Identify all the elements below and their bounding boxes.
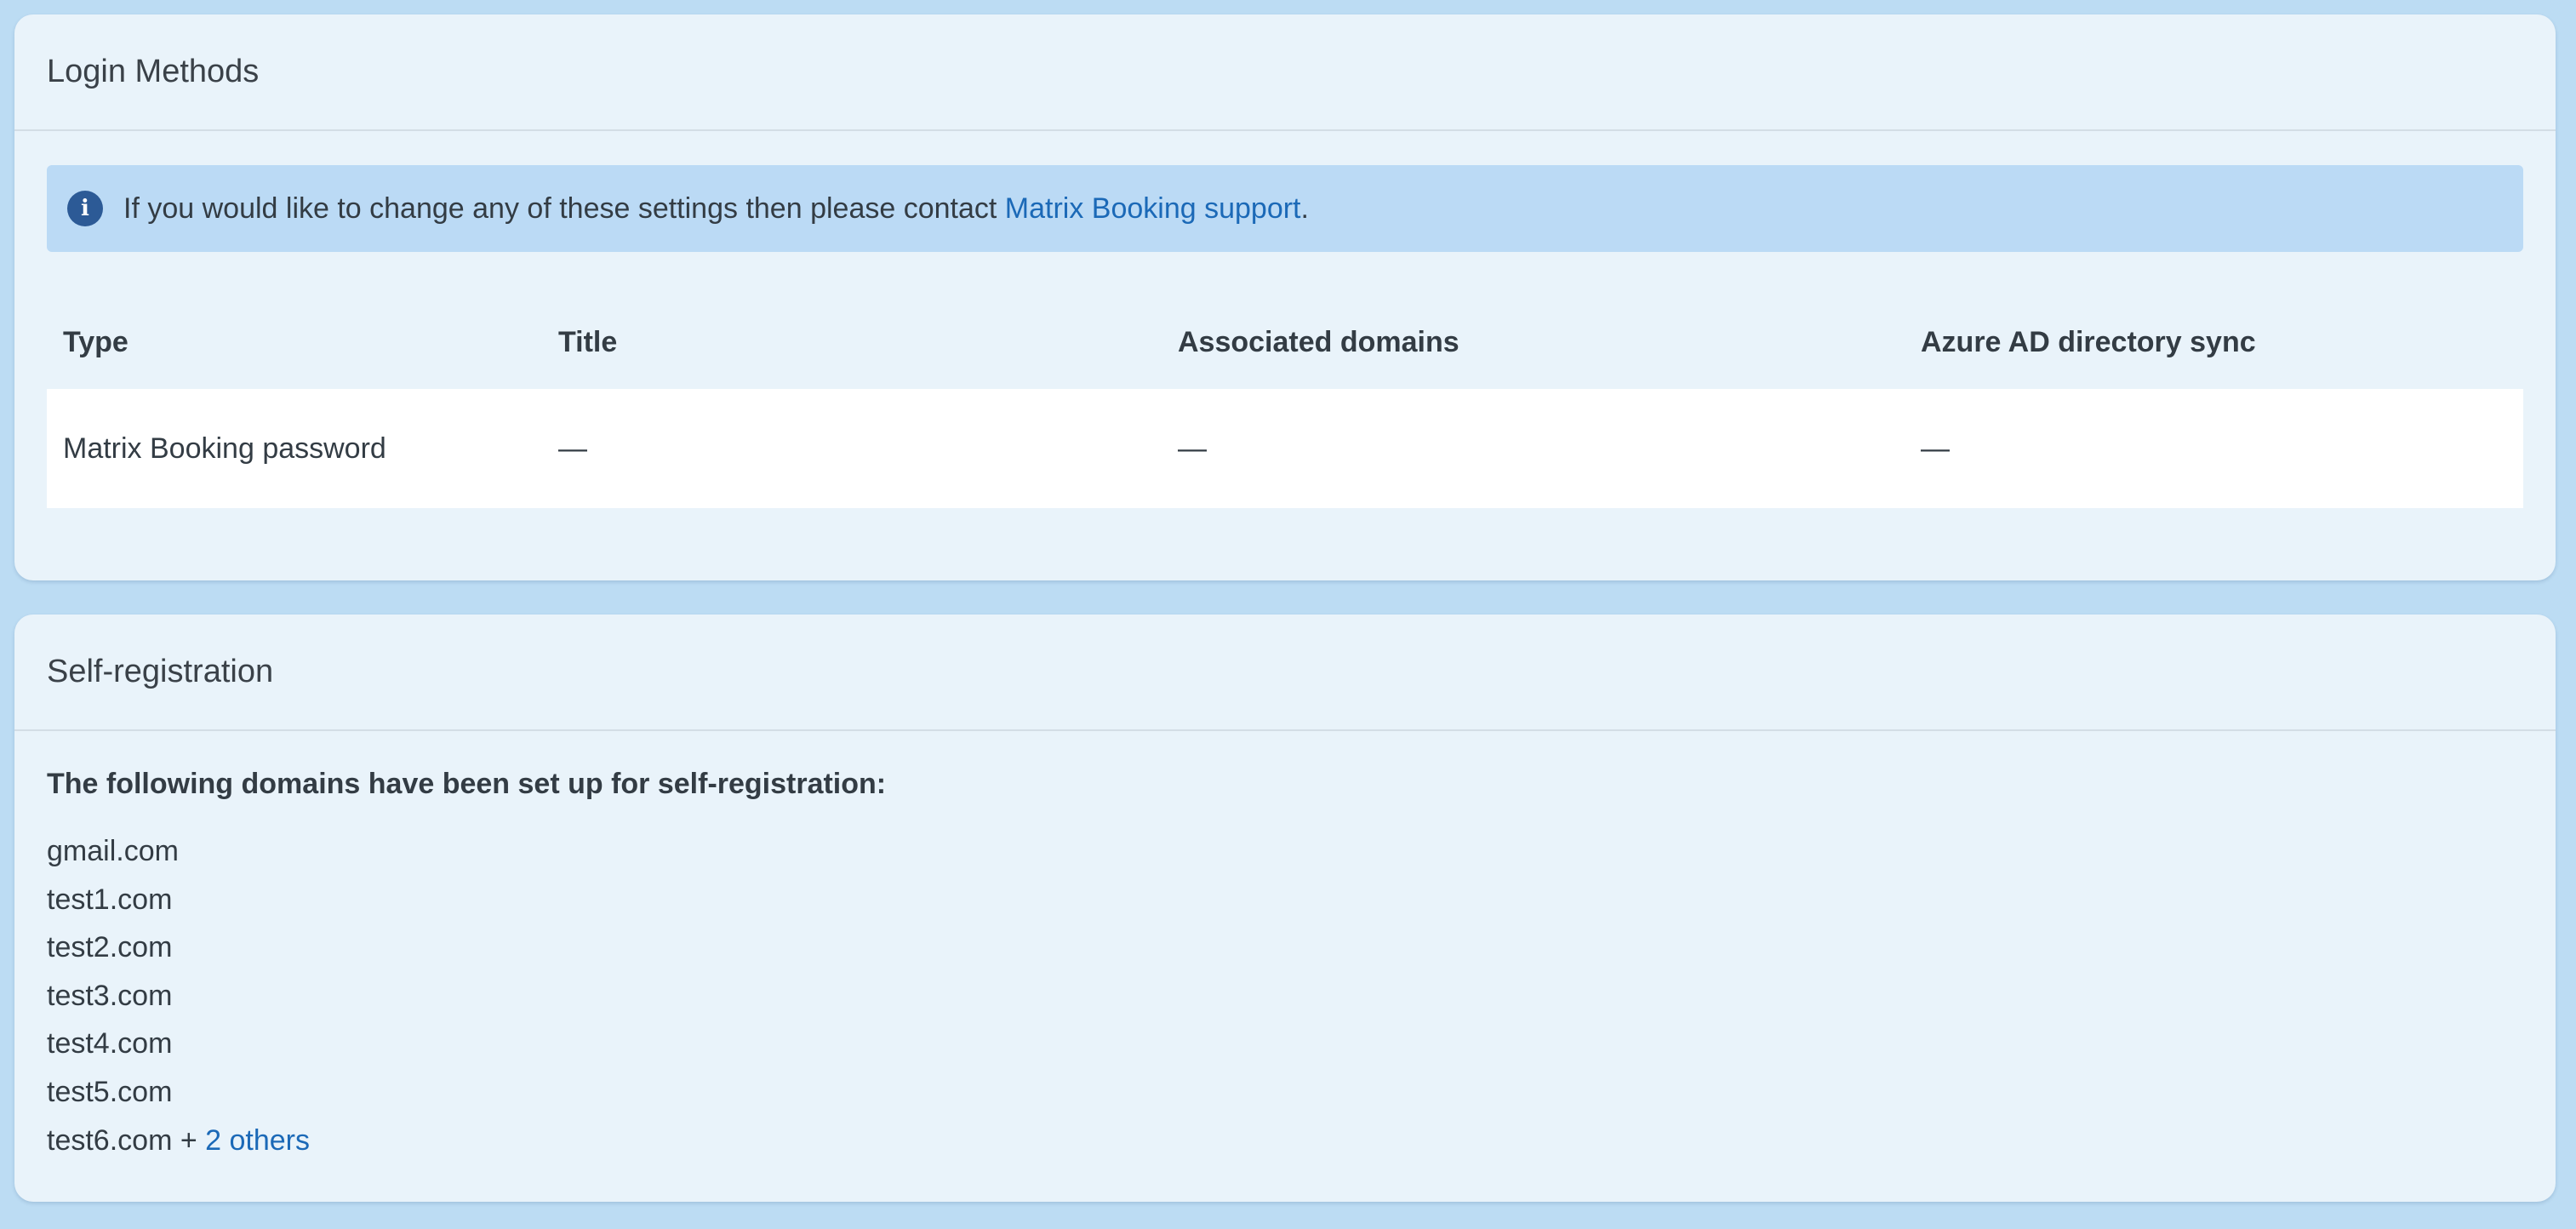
domain-item: gmail.com [47, 835, 179, 867]
info-banner-text: If you would like to change any of these… [123, 192, 1309, 226]
column-header-associated-domains: Associated domains [1178, 325, 1459, 358]
login-methods-header: Login Methods [14, 14, 2556, 131]
domain-item: test2.com [47, 931, 173, 964]
column-header-title: Title [558, 325, 618, 358]
more-domains-prefix: + [172, 1123, 206, 1157]
self-registration-card: Self-registration The following domains … [14, 614, 2556, 1202]
cell-azure-ad-sync: — [1921, 432, 1950, 465]
domain-item: test1.com [47, 883, 173, 916]
domain-item: test4.com [47, 1027, 173, 1060]
cell-type: Matrix Booking password [63, 432, 386, 465]
self-registration-header: Self-registration [14, 614, 2556, 731]
cell-title: — [558, 432, 587, 465]
info-banner: i If you would like to change any of the… [47, 165, 2523, 252]
self-registration-intro: The following domains have been set up f… [47, 768, 887, 800]
info-icon: i [67, 191, 103, 226]
domain-item: test5.com [47, 1075, 173, 1108]
column-header-type: Type [63, 325, 129, 358]
cell-associated-domains: — [1178, 432, 1207, 465]
login-methods-card: Login Methods i If you would like to cha… [14, 14, 2556, 580]
domain-item: test3.com [47, 979, 173, 1012]
info-banner-message: If you would like to change any of these… [123, 191, 997, 225]
more-domains-link[interactable]: 2 others [205, 1124, 310, 1157]
table-row: Matrix Booking password — — — [47, 389, 2523, 508]
info-banner-suffix: . [1300, 191, 1309, 225]
domain-list: gmail.com test1.com test2.com test3.com … [47, 827, 310, 1164]
matrix-booking-support-link[interactable]: Matrix Booking support [1005, 192, 1301, 225]
login-methods-title: Login Methods [47, 54, 260, 89]
column-header-azure-ad-sync: Azure AD directory sync [1921, 325, 2256, 358]
login-methods-table-header: Type Title Associated domains Azure AD d… [47, 295, 2523, 389]
domain-item-text: test6.com [47, 1123, 173, 1157]
domain-item-last: test6.com + 2 others [47, 1117, 310, 1165]
self-registration-title: Self-registration [47, 654, 274, 689]
